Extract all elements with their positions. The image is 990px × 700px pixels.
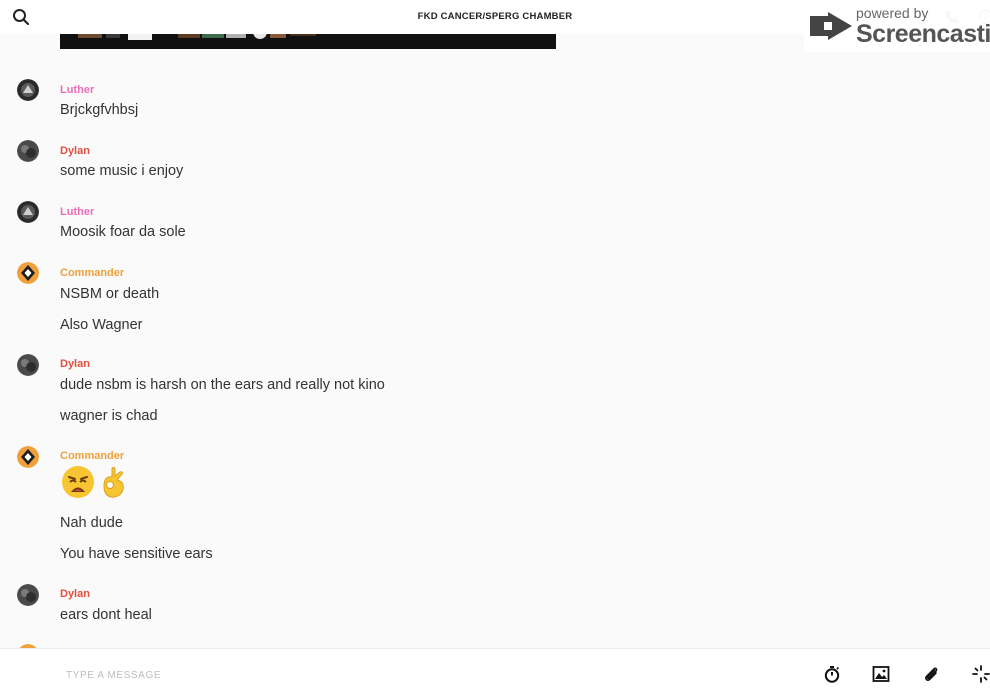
avatar-luther[interactable] bbox=[17, 201, 39, 223]
watermark-brand: Screencastify bbox=[856, 20, 990, 48]
message-feed[interactable]: Luther Brjckgfvhbsj Dylan some music i e… bbox=[0, 34, 990, 648]
message-text: dude nsbm is harsh on the ears and reall… bbox=[60, 377, 385, 393]
message-text: Moosik foar da sole bbox=[60, 224, 186, 240]
message-text: Nah dude bbox=[60, 515, 123, 531]
message-author: Luther bbox=[60, 206, 95, 218]
message-text: some music i enjoy bbox=[60, 163, 184, 179]
message-author: Commander bbox=[60, 450, 125, 462]
message-author: Dylan bbox=[60, 145, 90, 157]
avatar-commander[interactable] bbox=[17, 262, 39, 284]
screencastify-logo-icon bbox=[810, 12, 852, 40]
paperclip-icon[interactable] bbox=[921, 664, 941, 684]
message-text: Also Wagner bbox=[60, 317, 143, 333]
message-author: Commander bbox=[60, 267, 125, 279]
timer-icon[interactable] bbox=[822, 664, 842, 684]
message-author: Luther bbox=[60, 84, 95, 96]
avatar-commander[interactable] bbox=[17, 446, 39, 468]
message-text: NSBM or death bbox=[60, 286, 160, 302]
message-text: wagner is chad bbox=[60, 408, 158, 424]
sparkle-icon[interactable] bbox=[971, 664, 990, 684]
message-text: ears dont heal bbox=[60, 607, 152, 623]
message-input[interactable] bbox=[66, 665, 666, 685]
message-author: Dylan bbox=[60, 588, 90, 600]
avatar-dylan[interactable] bbox=[17, 354, 39, 376]
image-icon[interactable] bbox=[871, 664, 891, 684]
weary-face-emoji bbox=[62, 466, 94, 498]
screencastify-watermark: powered by Screencastify bbox=[804, 2, 990, 52]
avatar-luther[interactable] bbox=[17, 79, 39, 101]
message-composer bbox=[0, 648, 990, 700]
message-text: You have sensitive ears bbox=[60, 546, 213, 562]
avatar-dylan[interactable] bbox=[17, 140, 39, 162]
message-author: Dylan bbox=[60, 358, 90, 370]
message-text: Brjckgfvhbsj bbox=[60, 102, 139, 118]
avatar-dylan[interactable] bbox=[17, 584, 39, 606]
watermark-powered-by: powered by bbox=[856, 5, 929, 21]
ok-hand-emoji bbox=[103, 467, 124, 498]
